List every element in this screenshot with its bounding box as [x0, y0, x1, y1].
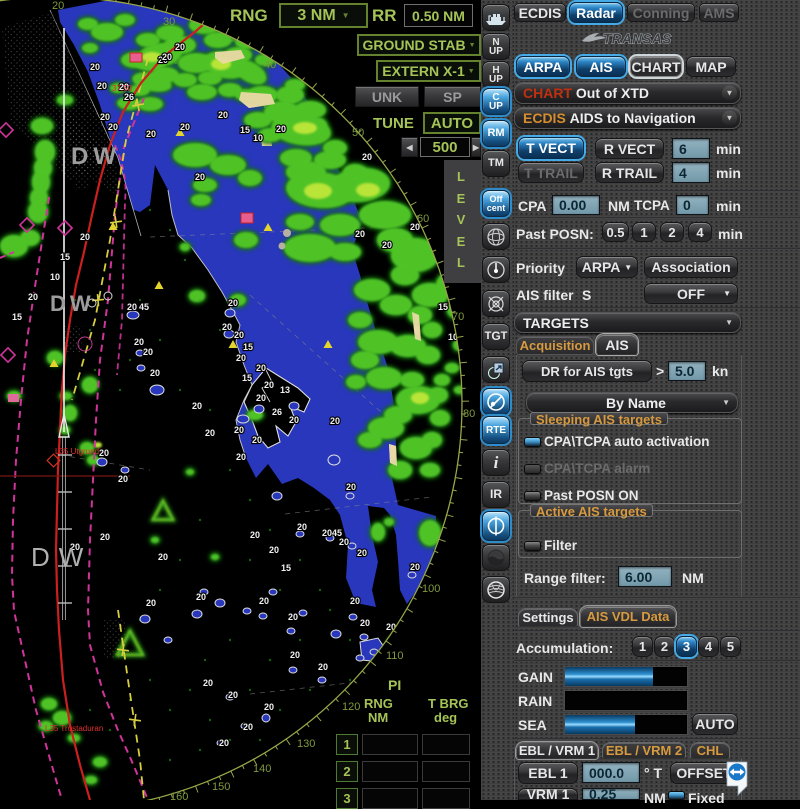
svg-text:20: 20 — [259, 596, 269, 606]
svg-text:20: 20 — [99, 448, 109, 458]
svg-text:20: 20 — [28, 292, 38, 302]
svg-text:80: 80 — [463, 408, 475, 420]
svg-text:20: 20 — [228, 690, 238, 700]
svg-text:140: 140 — [253, 763, 271, 775]
svg-text:10: 10 — [253, 133, 263, 143]
svg-text:20: 20 — [297, 522, 307, 532]
svg-text:20: 20 — [288, 612, 298, 622]
svg-text:20: 20 — [146, 598, 156, 608]
svg-text:20: 20 — [127, 302, 137, 312]
svg-text:20: 20 — [162, 52, 172, 62]
svg-text:NM: NM — [368, 710, 388, 725]
svg-text:100: 100 — [422, 583, 440, 595]
svg-text:15: 15 — [243, 342, 253, 352]
svg-text:20: 20 — [80, 232, 90, 242]
svg-text:20: 20 — [234, 425, 244, 435]
svg-text:45: 45 — [139, 302, 149, 312]
svg-text:20: 20 — [52, 0, 64, 12]
svg-text:110: 110 — [386, 650, 404, 662]
svg-text:20: 20 — [219, 738, 229, 748]
svg-text:20: 20 — [269, 545, 279, 555]
svg-text:20: 20 — [355, 229, 365, 239]
svg-text:60: 60 — [417, 213, 429, 225]
svg-text:40: 40 — [264, 59, 276, 71]
svg-text:15: 15 — [438, 302, 448, 312]
svg-text:20: 20 — [196, 592, 206, 602]
svg-text:20: 20 — [100, 532, 110, 542]
svg-text:20: 20 — [108, 122, 118, 132]
svg-text:20: 20 — [250, 530, 260, 540]
svg-text:DW: DW — [71, 143, 121, 170]
svg-text:20: 20 — [236, 353, 246, 363]
svg-text:20: 20 — [264, 380, 274, 390]
svg-text:15: 15 — [281, 563, 291, 573]
svg-text:20: 20 — [218, 110, 228, 120]
svg-text:20: 20 — [289, 415, 299, 425]
svg-text:PI: PI — [388, 677, 401, 693]
svg-text:20: 20 — [175, 42, 185, 52]
svg-text:20: 20 — [158, 552, 168, 562]
svg-text:26: 26 — [124, 92, 134, 102]
svg-text:20: 20 — [362, 152, 372, 162]
svg-text:160: 160 — [170, 791, 188, 800]
svg-text:26: 26 — [272, 407, 282, 417]
svg-text:RNG: RNG — [364, 696, 393, 711]
svg-text:20: 20 — [180, 122, 190, 132]
svg-text:TRANSAS: TRANSAS — [603, 32, 672, 47]
svg-text:20: 20 — [256, 393, 266, 403]
svg-text:20: 20 — [134, 337, 144, 347]
svg-text:20: 20 — [243, 722, 253, 732]
svg-text:20: 20 — [222, 322, 232, 332]
svg-text:13: 13 — [280, 385, 290, 395]
svg-text:20: 20 — [205, 428, 215, 438]
svg-text:20: 20 — [410, 562, 420, 572]
svg-text:20: 20 — [264, 702, 274, 712]
svg-text:2045: 2045 — [322, 528, 342, 538]
svg-text:20: 20 — [360, 618, 370, 628]
svg-text:20: 20 — [97, 81, 107, 91]
svg-text:150: 150 — [212, 781, 230, 793]
svg-text:L35 Trostaduran: L35 Trostaduran — [45, 724, 103, 733]
svg-text:20: 20 — [146, 129, 156, 139]
svg-text:20: 20 — [195, 172, 205, 182]
svg-text:50: 50 — [352, 127, 364, 139]
svg-text:37,50: 37,50 — [112, 84, 133, 93]
svg-text:DW: DW — [31, 542, 92, 572]
svg-text:20: 20 — [228, 298, 238, 308]
svg-text:20: 20 — [143, 347, 153, 357]
svg-text:20: 20 — [276, 124, 286, 134]
svg-text:20: 20 — [256, 363, 266, 373]
svg-text:15: 15 — [60, 252, 70, 262]
svg-text:130: 130 — [297, 738, 315, 750]
svg-text:15: 15 — [12, 312, 22, 322]
svg-text:20: 20 — [330, 416, 340, 426]
svg-text:20: 20 — [346, 482, 356, 492]
svg-text:20: 20 — [357, 548, 367, 558]
svg-text:15: 15 — [242, 373, 252, 383]
svg-text:15: 15 — [240, 125, 250, 135]
svg-text:20: 20 — [118, 474, 128, 484]
svg-text:20: 20 — [350, 596, 360, 606]
svg-text:T BRG: T BRG — [428, 696, 468, 711]
svg-text:20: 20 — [318, 662, 328, 672]
svg-text:20: 20 — [382, 240, 392, 250]
svg-text:20: 20 — [252, 435, 262, 445]
svg-text:20: 20 — [90, 62, 100, 72]
svg-text:L35 Utgrund: L35 Utgrund — [55, 447, 99, 456]
svg-text:DW: DW — [50, 291, 95, 316]
svg-text:20: 20 — [339, 537, 349, 547]
svg-text:20: 20 — [150, 368, 160, 378]
svg-text:30: 30 — [163, 16, 175, 28]
svg-text:20: 20 — [192, 401, 202, 411]
svg-text:deg: deg — [434, 710, 457, 725]
svg-text:20: 20 — [100, 112, 110, 122]
svg-text:70: 70 — [452, 311, 464, 323]
svg-text:10: 10 — [50, 272, 60, 282]
svg-text:20: 20 — [290, 650, 300, 660]
svg-text:20: 20 — [203, 678, 213, 688]
svg-text:20: 20 — [236, 452, 246, 462]
svg-text:20: 20 — [234, 330, 244, 340]
